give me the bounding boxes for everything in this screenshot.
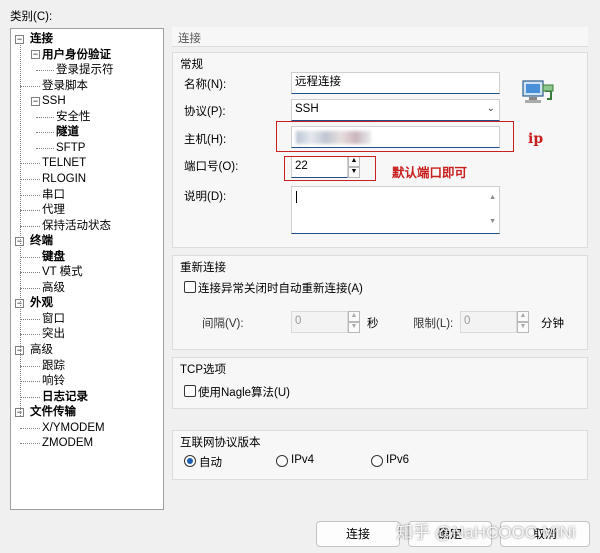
reconnect-title: 重新连接 <box>180 262 226 274</box>
category-label: 类别(C): <box>10 11 53 23</box>
tree-item-19[interactable]: 突出 <box>42 326 65 342</box>
name-label: 名称(N): <box>184 79 227 91</box>
section-header: 连接 <box>172 27 588 47</box>
tcp-group <box>172 357 588 409</box>
tree-item-22[interactable]: 响铃 <box>42 373 65 389</box>
tree-item-3[interactable]: 登录脚本 <box>42 78 88 94</box>
desc-label: 说明(D): <box>184 191 227 203</box>
tree-item-9[interactable]: RLOGIN <box>42 171 86 187</box>
scroll-down-icon[interactable]: ▼ <box>489 213 496 231</box>
reconnect-group <box>172 255 588 350</box>
tree-item-16[interactable]: 高级 <box>42 280 65 296</box>
protocol-label: 协议(P): <box>184 106 226 118</box>
tree-item-18[interactable]: 窗口 <box>42 311 65 327</box>
host-label: 主机(H): <box>184 134 227 146</box>
network-computer-icon <box>522 80 554 103</box>
ipver-title: 互联网协议版本 <box>180 437 261 449</box>
limit-input[interactable]: 0 <box>460 311 517 333</box>
auto-reconnect-checkbox[interactable] <box>184 281 196 293</box>
tree-item-25[interactable]: X/YMODEM <box>42 420 105 436</box>
tree-item-11[interactable]: 代理 <box>42 202 65 218</box>
radio-ipv6[interactable] <box>371 455 383 467</box>
interval-label: 间隔(V): <box>202 318 244 330</box>
interval-spin-up[interactable]: ▲ <box>348 311 360 322</box>
limit-unit: 分钟 <box>541 318 564 330</box>
tree-item-8[interactable]: TELNET <box>42 155 86 171</box>
category-tree[interactable]: 连接 − 用户身份验证 − 登录提示符 登录脚本 SSH − 安全性 隧道 SFTP TELNET RL… <box>10 28 164 510</box>
tcp-title: TCP选项 <box>180 364 226 376</box>
interval-unit: 秒 <box>367 318 379 330</box>
connect-button[interactable]: 连接 <box>316 521 400 547</box>
port-label: 端口号(O): <box>184 161 239 173</box>
host-highlight-box <box>276 121 514 152</box>
tree-collapse-icon[interactable]: − <box>31 96 40 106</box>
tree-item-23[interactable]: 日志记录 <box>42 389 88 405</box>
radio-auto-label: 自动 <box>199 457 222 469</box>
interval-spin-down[interactable]: ▼ <box>348 322 360 333</box>
radio-ipv6-label: IPv6 <box>386 454 410 466</box>
tree-item-10[interactable]: 串口 <box>42 187 65 203</box>
general-title: 常规 <box>180 59 203 71</box>
auto-reconnect-label: 连接异常关闭时自动重新连接(A) <box>198 283 363 295</box>
radio-ipv4[interactable] <box>276 455 288 467</box>
tree-item-14[interactable]: 键盘 <box>42 249 65 265</box>
tree-item-0[interactable]: 连接 <box>30 31 53 47</box>
tree-item-20[interactable]: 高级 <box>30 342 53 358</box>
tree-item-12[interactable]: 保持活动状态 <box>42 218 111 234</box>
nagle-label: 使用Nagle算法(U) <box>198 387 291 399</box>
tree-item-5[interactable]: 安全性 <box>56 109 91 125</box>
tree-item-15[interactable]: VT 模式 <box>42 264 83 280</box>
radio-ipv4-label: IPv4 <box>291 454 315 466</box>
radio-auto[interactable] <box>184 455 196 467</box>
tree-item-24[interactable]: 文件传输 <box>30 404 76 420</box>
section-header-title: 连接 <box>178 33 201 45</box>
tree-item-6[interactable]: 隧道 <box>56 124 79 140</box>
tree-item-4[interactable]: SSH <box>42 93 66 109</box>
tree-item-7[interactable]: SFTP <box>56 140 85 156</box>
tree-item-26[interactable]: ZMODEM <box>42 435 93 451</box>
protocol-value: SSH <box>295 103 319 115</box>
chevron-down-icon: ⌄ <box>486 103 495 114</box>
limit-spin-down[interactable]: ▼ <box>517 322 529 333</box>
watermark: 知乎 @NaHCOOC MiNi <box>396 523 576 542</box>
tree-item-17[interactable]: 外观 <box>30 295 53 311</box>
scroll-up-icon[interactable]: ▲ <box>489 189 496 207</box>
name-input[interactable]: 远程连接 <box>291 72 500 94</box>
tree-collapse-icon[interactable]: − <box>31 50 40 60</box>
port-annotation: 默认端口即可 <box>392 165 468 180</box>
interval-input[interactable]: 0 <box>291 311 348 333</box>
nagle-checkbox[interactable] <box>184 385 196 397</box>
port-highlight-box <box>284 156 376 181</box>
tree-item-1[interactable]: 用户身份验证 <box>42 47 111 63</box>
limit-label: 限制(L): <box>413 318 454 330</box>
ip-annotation: ip <box>528 131 544 147</box>
limit-spin-up[interactable]: ▲ <box>517 311 529 322</box>
tree-item-21[interactable]: 跟踪 <box>42 358 65 374</box>
text-cursor <box>296 191 297 203</box>
tree-item-2[interactable]: 登录提示符 <box>56 62 114 78</box>
protocol-select[interactable]: SSH ⌄ <box>291 99 500 121</box>
tree-item-13[interactable]: 终端 <box>30 233 53 249</box>
desc-textarea[interactable]: ▲ ▼ <box>291 186 500 234</box>
